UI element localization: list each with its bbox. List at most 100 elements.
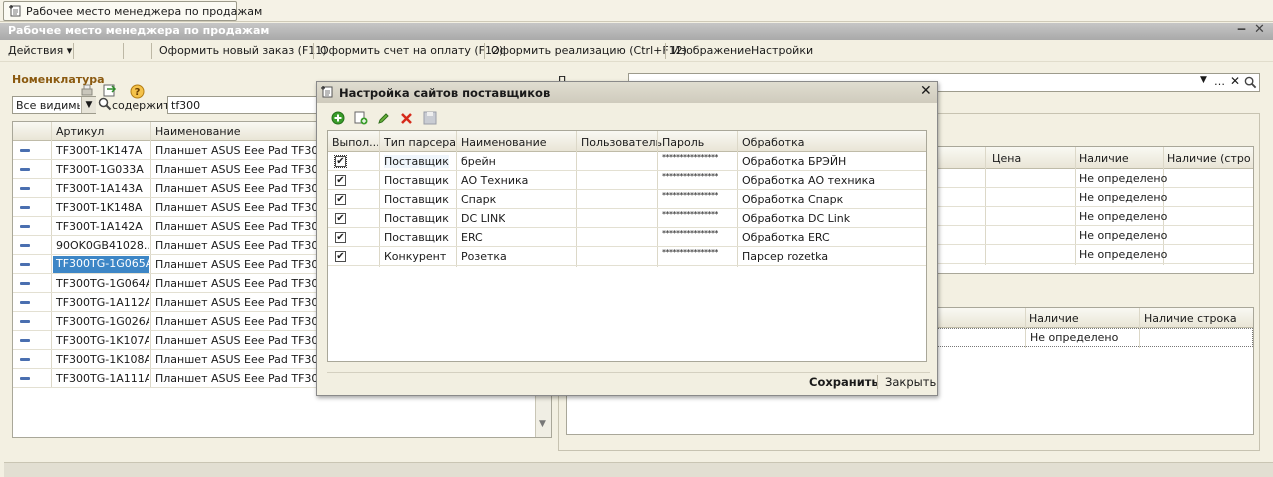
scroll-down-icon[interactable]: ▼ [539,419,546,429]
edit-icon[interactable] [377,112,390,125]
clear-icon[interactable]: ✕ [1230,74,1240,88]
svg-text:?: ? [135,87,141,98]
save-disabled-icon[interactable] [423,111,437,125]
filter-select[interactable]: Все видимые ▼ [12,96,96,114]
separator [123,43,124,59]
window-tab-bar: Рабочее место менеджера по продажам [0,0,1273,22]
column-header-availability-string[interactable]: Наличие строка [1144,312,1237,325]
close-button[interactable]: Закрыть [885,375,936,389]
item-icon [20,187,30,190]
help-icon[interactable]: ? [130,84,145,99]
cell-password: **************** [662,229,718,238]
realization-button[interactable]: Оформить реализацию (Ctrl+F12) [491,44,687,57]
check-icon: ✔ [336,156,345,167]
item-icon [20,168,30,171]
cell-password: **************** [662,210,718,219]
cell-availability: Не определено [1079,210,1168,223]
search-icon[interactable] [98,97,112,111]
form-title: Рабочее место менеджера по продажам [8,24,270,37]
enabled-checkbox[interactable]: ✔ [335,194,346,205]
actions-menu[interactable]: Действия ▾ [8,44,72,57]
cell-name: Планшет ASUS Eee Pad TF3001 [155,201,333,214]
invoice-button[interactable]: Оформить счет на оплату (F12) [320,44,503,57]
column-header-parser-type[interactable]: Тип парсера [384,136,456,149]
cell-handler: Обработка АО техника [742,174,876,187]
check-icon: ✔ [336,194,345,205]
dialog-title-bar: Настройка сайтов поставщиков ✕ [317,82,937,103]
dialog-title: Настройка сайтов поставщиков [339,86,551,100]
cell-availability: Не определено [1079,191,1168,204]
cell-name: Планшет ASUS Eee Pad TF3001 [155,163,333,176]
separator [73,43,74,59]
cell-article: TF300T-1G033A [56,163,144,176]
table-row[interactable]: ✔ Поставщик АО Техника **************** Обра… [328,171,926,190]
column-header-enabled[interactable]: Выпол... [332,136,378,149]
cell-parser-type: Поставщик [384,212,449,225]
close-icon[interactable]: ✕ [920,83,932,99]
cell-article: TF300TG-1A111A [56,372,149,385]
delete-icon[interactable] [400,112,413,125]
enabled-checkbox[interactable]: ✔ [335,213,346,224]
cell-article: TF300T-1K148A [56,201,143,214]
cell-name: брейн [461,155,496,168]
enabled-checkbox[interactable]: ✔ [335,251,346,262]
column-header-price[interactable]: Цена [992,152,1021,165]
separator [484,43,485,59]
enabled-checkbox[interactable]: ✔ [334,155,347,168]
cell-name: Планшет ASUS Eee Pad TF3001 [155,353,333,366]
contains-label: содержит: [112,99,174,112]
more-icon[interactable]: … [1214,75,1225,88]
column-header-availability-string[interactable]: Наличие (стро... [1167,152,1251,165]
enabled-checkbox[interactable]: ✔ [335,232,346,243]
table-row[interactable]: ✔ Поставщик Спарк **************** Обработка… [328,190,926,209]
cell-name: Планшет ASUS Eee Pad TF3001 [155,315,333,328]
column-header-user[interactable]: Пользователь [581,136,662,149]
cell-handler: Обработка DC Link [742,212,851,225]
cell-parser-type: Поставщик [384,231,449,244]
column-header-name[interactable]: Наименование [461,136,546,149]
cell-handler: Обработка Спарк [742,193,844,206]
window-tab-label: Рабочее место менеджера по продажам [26,5,263,18]
column-header-handler[interactable]: Обработка [742,136,804,149]
table-row[interactable]: ✔ Поставщик брейн **************** Обработка… [328,152,926,171]
new-order-button[interactable]: Оформить новый заказ (F11) [159,44,327,57]
image-button[interactable]: Изображение [672,44,751,57]
save-button[interactable]: Сохранить [809,375,879,389]
column-header-availability[interactable]: Наличие [1079,152,1129,165]
column-header-article[interactable]: Артикул [56,125,104,138]
cell-article: 90OK0GB41028... [56,239,149,252]
table-row[interactable]: ✔ Поставщик ERC **************** Обработка E… [328,228,926,247]
column-header-availability[interactable]: Наличие [1029,312,1079,325]
search-input-value: tf300 [171,99,201,112]
cell-article: TF300TG-1G026A [56,315,149,328]
cell-parser-type: Поставщик [384,174,449,187]
table-row[interactable]: ✔ Поставщик DC LINK **************** Обработ… [328,209,926,228]
nomenclature-group-title: Номенклатура [12,73,105,86]
dropdown-arrow-icon[interactable]: ▼ [1200,75,1207,85]
search-icon[interactable] [1244,76,1257,89]
suppliers-table: Выпол... Тип парсера Наименование Пользо… [327,130,927,362]
enabled-checkbox[interactable]: ✔ [335,175,346,186]
add-icon[interactable] [331,111,345,125]
export-icon[interactable] [103,84,117,98]
minimize-icon[interactable]: ‒ [1237,22,1246,37]
copy-icon[interactable] [354,111,368,125]
item-icon [20,301,30,304]
cell-article: TF300T-1K147A [56,144,143,157]
cell-handler: Парсер rozetka [742,250,829,263]
window-tab[interactable]: Рабочее место менеджера по продажам [3,1,262,21]
column-header-password[interactable]: Пароль [662,136,704,149]
search-input[interactable]: tf300 [167,96,317,114]
close-icon[interactable]: ✕ [1254,22,1265,37]
cell-name: Планшет ASUS Eee Pad TF3001 [155,296,333,309]
settings-button[interactable]: Настройки [751,44,813,57]
item-icon [20,377,30,380]
item-icon [20,339,30,342]
cell-availability: Не определено [1079,248,1168,261]
dropdown-arrow-icon[interactable]: ▼ [81,97,96,113]
separator [665,43,666,59]
item-icon [20,149,30,152]
actions-label: Действия [8,44,64,57]
column-header-name[interactable]: Наименование [155,125,240,138]
table-row[interactable]: ✔ Конкурент Розетка **************** Парсер … [328,247,926,266]
